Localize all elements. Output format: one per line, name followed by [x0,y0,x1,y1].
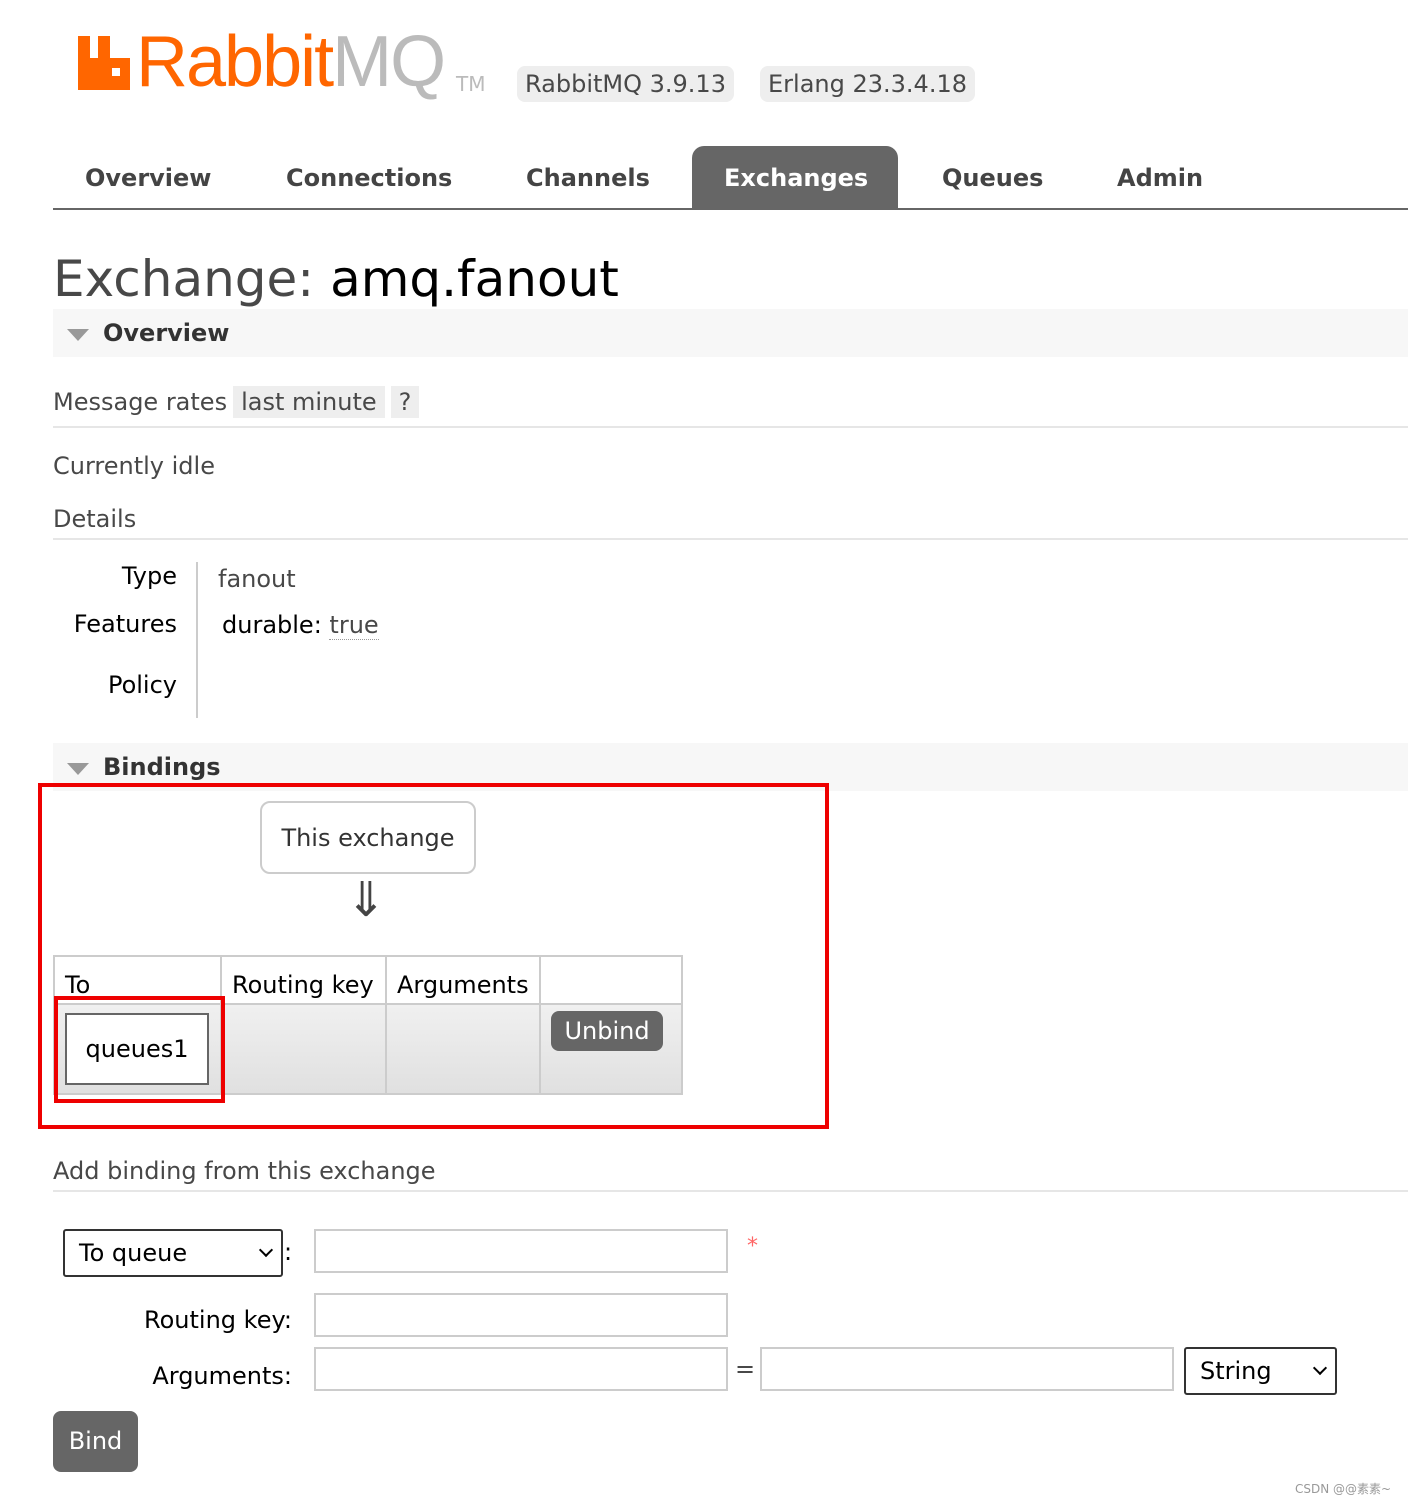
bind-button[interactable]: Bind [53,1411,138,1472]
argument-value-input[interactable] [760,1347,1174,1391]
watermark: CSDN @@素素~ [1295,1482,1392,1496]
details-divider [196,562,198,718]
routing-key-input[interactable] [314,1293,728,1337]
argument-key-input[interactable] [314,1347,728,1391]
details-heading: Details [53,505,1408,540]
main-nav: Overview Connections Channels Exchanges … [53,146,1408,210]
this-exchange-box: This exchange [260,801,476,874]
chevron-down-icon [1312,1360,1328,1376]
tab-overview[interactable]: Overview [53,146,243,208]
type-label: Type [121,562,177,590]
arguments-label: Arguments: [152,1362,292,1390]
rabbitmq-logo-icon [78,36,130,90]
help-button[interactable]: ? [390,386,420,418]
required-mark: * [747,1234,758,1259]
col-routing-key: Routing key [220,955,387,1005]
arguments-cell [385,1003,541,1095]
type-value: fanout [218,565,296,593]
tab-channels[interactable]: Channels [494,146,682,208]
tab-admin[interactable]: Admin [1085,146,1235,208]
destination-type-select[interactable]: To queue [63,1229,283,1277]
policy-label: Policy [107,671,177,699]
queue-highlight-annotation [54,996,225,1103]
message-rates-row: Message rates last minute? [53,386,1408,428]
routing-key-cell [220,1003,387,1095]
collapse-triangle-icon [67,329,89,341]
unbind-button[interactable]: Unbind [551,1011,663,1051]
chevron-down-icon [258,1242,274,1258]
rate-range-selector[interactable]: last minute [233,386,385,418]
tab-exchanges[interactable]: Exchanges [692,146,898,208]
logo-text: RabbitMQ [136,22,446,102]
erlang-badge: Erlang 23.3.4.18 [760,66,975,102]
add-binding-heading: Add binding from this exchange [53,1157,1408,1192]
features-label: Features [73,610,177,638]
queue-name-input[interactable] [314,1229,728,1273]
tab-queues[interactable]: Queues [910,146,1075,208]
col-actions [539,955,683,1005]
status-text: Currently idle [53,452,215,480]
argument-type-select[interactable]: String [1184,1347,1337,1395]
col-arguments: Arguments [385,955,541,1005]
tab-connections[interactable]: Connections [254,146,484,208]
colon: : [284,1238,293,1266]
equals-sign: = [735,1355,756,1383]
page-title: Exchange: amq.fanout [53,250,619,308]
double-arrow-down-icon: ⇓ [346,872,387,928]
version-badge: RabbitMQ 3.9.13 [517,66,734,102]
features-value: durable: true [222,611,379,640]
routing-key-label: Routing key: [144,1306,292,1334]
overview-section-toggle[interactable]: Overview [53,309,1408,357]
collapse-triangle-icon [67,763,89,775]
trademark: TM [456,72,486,96]
